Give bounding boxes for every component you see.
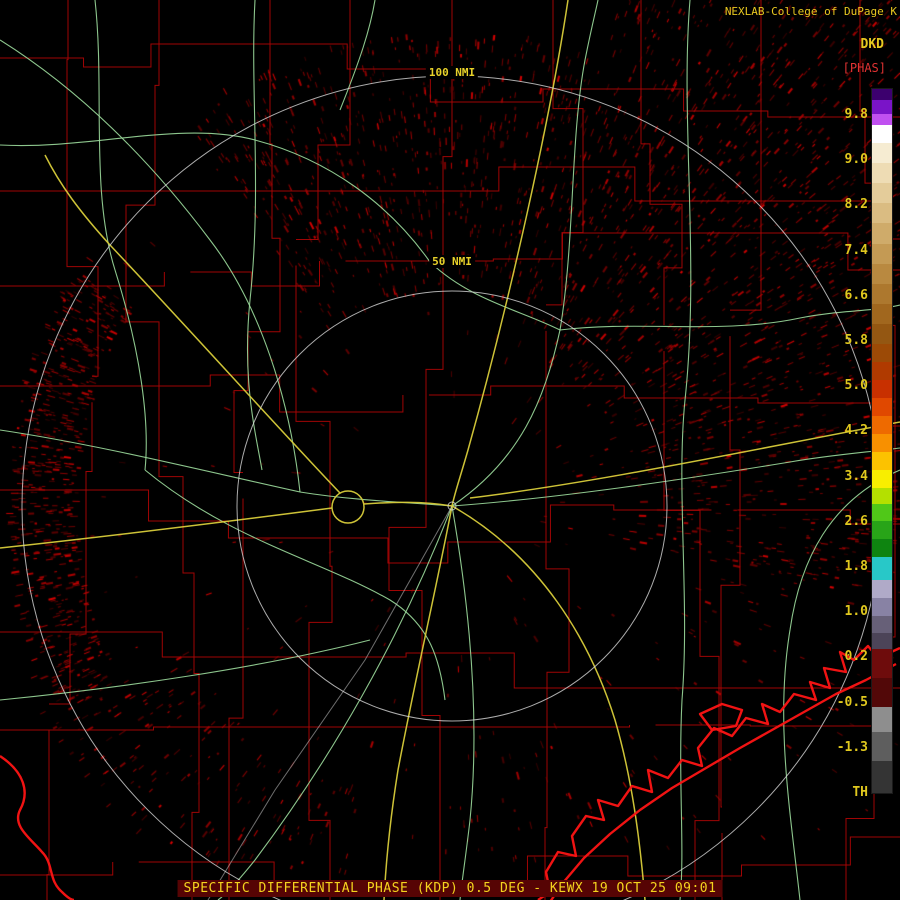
interstate-lines [0, 0, 900, 900]
basemap [0, 0, 900, 900]
colorbar-segment [872, 633, 892, 650]
range-ring-label-100nmi: 100 NMI [425, 66, 479, 79]
map-line [451, 329, 561, 507]
colorbar-segment [872, 761, 892, 793]
colorbar-tick: 5.8 [844, 333, 868, 348]
colorbar-segment [872, 469, 892, 488]
colorbar-segment [872, 142, 892, 163]
colorbar-segment [872, 398, 892, 417]
colorbar-tick: 5.0 [844, 378, 868, 394]
colorbar-segment [872, 615, 892, 634]
colorbar-tick: 0.2 [844, 649, 868, 665]
range-rings [21, 75, 883, 900]
colorbar-tick: 1.8 [844, 559, 868, 574]
colorbar-segment [872, 324, 892, 345]
map-line [144, 469, 446, 701]
colorbar-tick: 9.8 [844, 107, 868, 122]
colorbar-segment [872, 183, 892, 204]
colorbar-segment [872, 416, 892, 435]
county-line [295, 0, 351, 900]
county-line [544, 0, 584, 900]
colorbar-tick: -0.5 [836, 694, 868, 710]
colorbar-segment [872, 263, 892, 284]
colorbar-segment [872, 223, 892, 244]
colorbar-segment [872, 100, 892, 114]
colorbar-segment [872, 579, 892, 598]
colorbar-segment [872, 678, 892, 708]
map-line [451, 505, 646, 900]
source-credit: NEXLAB-College of DuPage K [724, 5, 897, 18]
colorbar-segment [872, 732, 892, 762]
colorbar-segment [872, 503, 892, 522]
colorbar-segment [872, 283, 892, 305]
colorbar-segment [872, 487, 892, 504]
colorbar-tick: 3.4 [844, 468, 868, 484]
map-line [339, 0, 376, 111]
colorbar-tick: -1.3 [836, 739, 868, 755]
colorbar-segment [872, 344, 892, 363]
map-line [246, 0, 263, 471]
county-line [0, 43, 900, 118]
colorbar-tick: TH [852, 785, 868, 800]
county-line [0, 166, 900, 240]
county-line [0, 489, 900, 564]
county-boundaries [0, 0, 900, 900]
phase-label: [PHAS] [842, 61, 886, 75]
colorbar-segment [872, 243, 892, 264]
map-line [559, 304, 900, 331]
map-line [0, 639, 371, 701]
colorbar-segment [872, 124, 892, 143]
map-line [0, 507, 333, 549]
colorbar-tick: 4.2 [844, 423, 868, 439]
colorbar-segment [872, 521, 892, 540]
colorbar [871, 88, 893, 794]
colorbar-segment [872, 434, 892, 453]
map-line [451, 505, 475, 900]
map-line [429, 261, 561, 331]
colorbar-tick: 8.2 [844, 197, 868, 213]
colorbar-segment [872, 597, 892, 616]
map-line [0, 429, 453, 507]
colorbar-segment [872, 113, 892, 125]
map-line [0, 755, 75, 900]
county-line [125, 0, 200, 900]
map-line [0, 39, 301, 493]
map-line [383, 505, 453, 900]
range-ring-100nmi [21, 75, 883, 900]
colorbar-segment [872, 203, 892, 224]
colorbar-tick: 1.0 [844, 604, 868, 620]
colorbar-segment [872, 380, 892, 399]
colorbar-segment [872, 89, 892, 101]
beltway-loop [331, 490, 365, 524]
map-line [679, 0, 692, 900]
colorbar-segment [872, 304, 892, 325]
map-line [94, 0, 147, 471]
colorbar-segment [872, 539, 892, 558]
product-code: DKD [860, 37, 884, 52]
colorbar-segment [872, 362, 892, 381]
county-line [640, 0, 720, 900]
colorbar-tick: 2.6 [844, 513, 868, 529]
colorbar-tick: 7.4 [844, 242, 868, 258]
product-title: SPECIFIC DIFFERENTIAL PHASE (KDP) 0.5 DE… [177, 880, 723, 897]
colorbar-segment [872, 557, 892, 580]
colorbar-segment [872, 707, 892, 733]
colorbar-segment [872, 452, 892, 470]
status-bar: SPECIFIC DIFFERENTIAL PHASE (KDP) 0.5 DE… [177, 877, 723, 897]
map-line [0, 132, 431, 263]
county-line [0, 631, 900, 689]
colorbar-tick: 9.0 [844, 152, 868, 168]
colorbar-segment [872, 162, 892, 184]
map-line [559, 0, 599, 331]
county-line [46, 0, 99, 900]
colorbar-segment [872, 649, 892, 679]
radar-viewport: NEXLAB-College of DuPage K DKD [PHAS] 10… [0, 0, 900, 900]
county-line [0, 374, 900, 427]
range-ring-label-50nmi: 50 NMI [429, 255, 475, 268]
highway-lines [0, 0, 900, 900]
colorbar-tick: 6.6 [844, 287, 868, 303]
